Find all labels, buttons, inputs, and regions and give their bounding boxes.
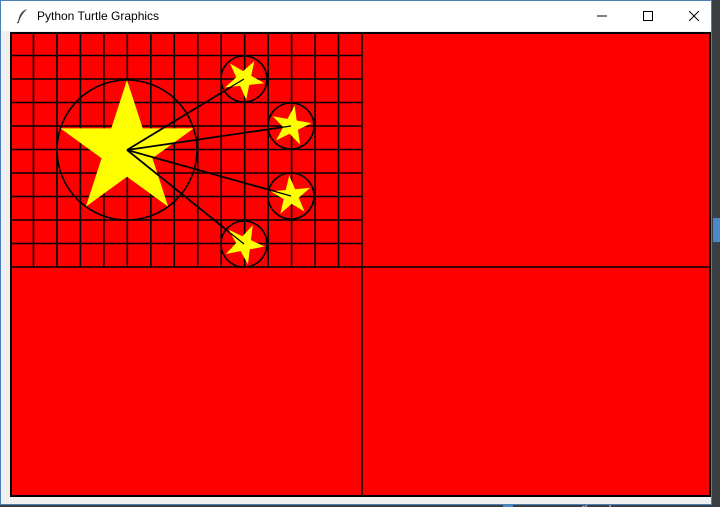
title-bar[interactable]: Python Turtle Graphics [1,1,711,31]
maximize-icon [643,11,653,21]
flag-drawing [10,32,711,497]
turtle-window: Python Turtle Graphics [0,0,712,505]
background-window-edge [712,0,720,507]
close-button[interactable] [671,1,717,31]
window-title: Python Turtle Graphics [37,9,160,23]
close-icon [689,11,699,21]
background-accent [713,218,720,242]
turtle-canvas[interactable] [10,32,711,497]
maximize-button[interactable] [625,1,671,31]
minimize-icon [597,15,607,17]
feather-icon [15,8,31,24]
minimize-button[interactable] [579,1,625,31]
